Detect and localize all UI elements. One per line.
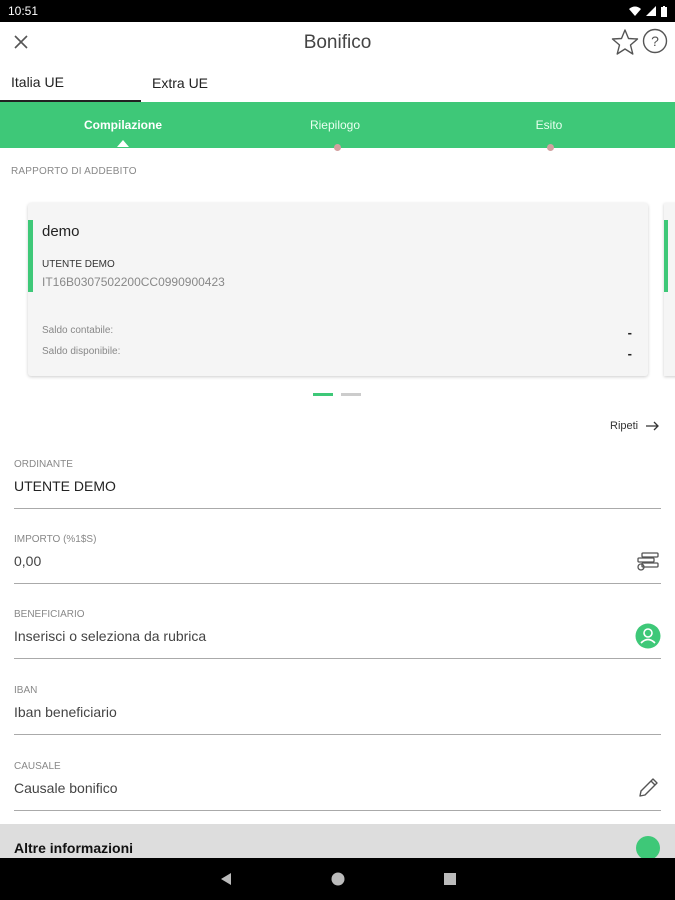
transfer-type-tabs: Italia UE Extra UE [0,64,675,102]
step-dot-esito [547,144,554,151]
person-icon [635,623,661,649]
step-esito: Esito [535,118,563,132]
svg-text:?: ? [651,33,659,49]
importo-field[interactable]: IMPORTO (%1$S) 0,00 [14,534,661,584]
status-icons [629,5,667,17]
arrow-right-icon [646,421,660,431]
expand-icon[interactable] [636,836,660,860]
battery-icon [661,5,667,17]
active-step-marker [117,140,129,147]
favorite-button[interactable] [611,28,639,56]
signal-icon [646,6,656,16]
account-name: demo [42,223,80,240]
ordinante-label: ORDINANTE [14,459,73,470]
causale-input[interactable]: Causale bonifico [14,780,118,796]
back-icon [221,873,231,885]
importo-label: IMPORTO (%1$S) [14,534,97,545]
ripeti-label: Ripeti [610,420,639,432]
status-bar: 10:51 [0,0,675,22]
pager-dot-active[interactable] [313,393,333,396]
iban-input[interactable]: Iban beneficiario [14,704,117,720]
wifi-icon [629,6,641,16]
edit-button[interactable] [635,775,661,801]
pager-dot[interactable] [341,393,361,396]
altre-informazioni-header[interactable]: Altre informazioni [0,824,675,860]
help-button[interactable]: ? [642,28,668,54]
step-riepilogo: Riepilogo [309,118,361,132]
saldo-contabile-row: Saldo contabile: - [42,325,632,340]
iban-field[interactable]: IBAN Iban beneficiario [14,685,661,735]
causale-label: CAUSALE [14,761,61,772]
saldo-contabile-label: Saldo contabile: [42,325,114,336]
status-time: 10:51 [8,4,39,18]
ordinante-field[interactable]: ORDINANTE UTENTE DEMO [14,459,661,509]
beneficiario-field[interactable]: BENEFICIARIO Inserisci o seleziona da ru… [14,609,661,659]
nav-recents-button[interactable] [439,868,461,890]
currency-button[interactable] [635,548,661,574]
nav-home-button[interactable] [327,868,349,890]
next-account-card[interactable] [664,203,675,376]
account-owner: UTENTE DEMO [42,259,115,270]
card-pager [313,393,361,396]
card-accent-bar [28,220,33,292]
debit-account-section-label: RAPPORTO DI ADDEBITO [11,166,137,177]
saldo-contabile-value: - [627,325,632,340]
debit-account-card[interactable]: demo UTENTE DEMO IT16B0307502200CC099090… [28,203,648,376]
ripeti-button[interactable]: Ripeti [610,420,660,432]
page-title: Bonifico [303,32,372,53]
saldo-disponibile-label: Saldo disponibile: [42,346,121,357]
beneficiario-label: BENEFICIARIO [14,609,85,620]
pencil-icon [639,778,658,797]
iban-label: IBAN [14,685,38,696]
ordinante-value: UTENTE DEMO [14,478,116,494]
peek-card-accent [664,220,668,292]
altre-informazioni-label: Altre informazioni [14,840,134,856]
star-icon [611,29,639,55]
system-nav-bar [0,858,675,900]
tab-italia-ue[interactable]: Italia UE [0,64,141,102]
beneficiario-input[interactable]: Inserisci o seleziona da rubrica [14,628,206,644]
importo-value[interactable]: 0,00 [14,553,41,569]
progress-stepper: Compilazione Riepilogo Esito [0,102,675,148]
home-icon [331,872,345,886]
contacts-button[interactable] [635,623,661,649]
account-iban: IT16B0307502200CC0990900423 [42,275,225,289]
help-icon: ? [642,28,668,54]
nav-back-button[interactable] [215,868,237,890]
money-stack-icon [637,552,659,571]
causale-field[interactable]: CAUSALE Causale bonifico [14,761,661,811]
recents-icon [444,873,456,885]
saldo-disponibile-value: - [627,346,632,361]
app-bar: Bonifico ? [0,22,675,64]
saldo-disponibile-row: Saldo disponibile: - [42,346,632,361]
step-dot-riepilogo [334,144,341,151]
tab-extra-ue[interactable]: Extra UE [141,64,282,102]
